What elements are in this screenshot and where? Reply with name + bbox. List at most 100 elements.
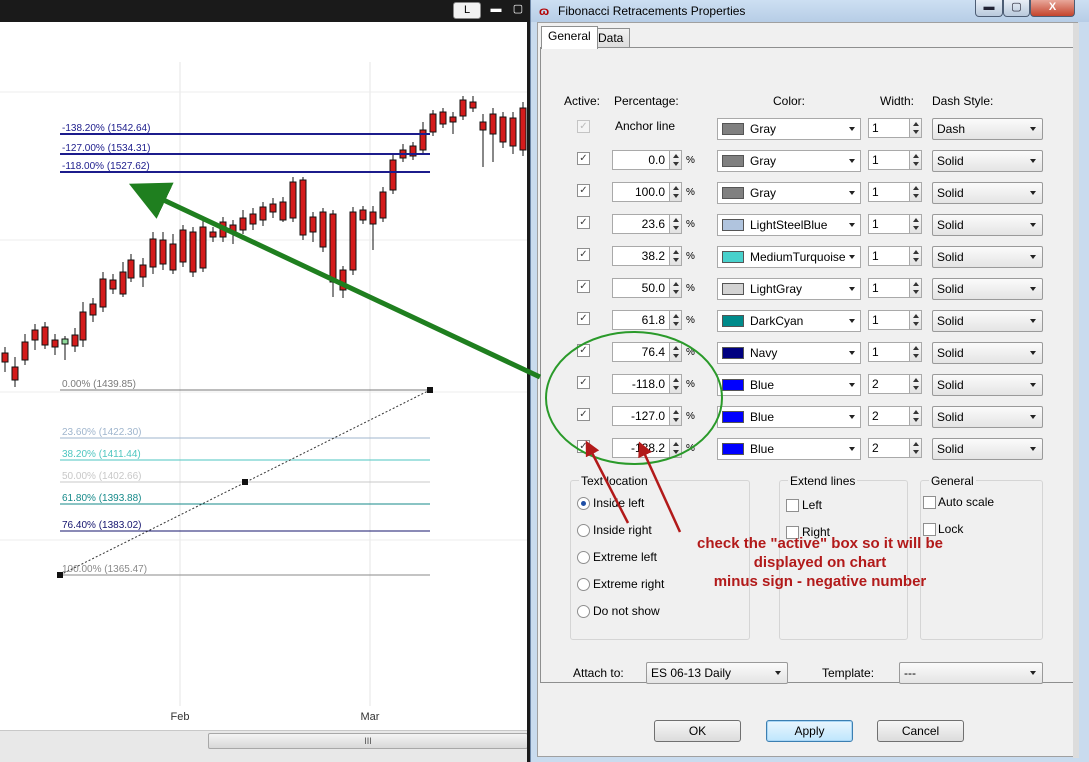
dash-style-select[interactable]: Solid — [932, 406, 1043, 428]
dash-style-select[interactable]: Solid — [932, 310, 1043, 332]
apply-button[interactable]: Apply — [766, 720, 853, 742]
cancel-button[interactable]: Cancel — [877, 720, 964, 742]
dash-style-select[interactable]: Solid — [932, 374, 1043, 396]
percentage-spinner[interactable] — [669, 246, 682, 266]
width-spinner[interactable] — [909, 182, 922, 202]
dialog-titlebar[interactable]: ɷ Fibonacci Retracements Properties ▬ ▢ … — [531, 0, 1089, 22]
width-input[interactable]: 1 — [868, 246, 910, 266]
price-chart[interactable]: -138.20% (1542.64) -127.00% (1534.31) -118… — [0, 22, 530, 730]
radio-inside-right[interactable] — [577, 524, 590, 537]
percentage-input[interactable]: 23.6 — [612, 214, 670, 234]
active-checkbox[interactable]: ✓ — [577, 184, 590, 197]
width-spinner[interactable] — [909, 342, 922, 362]
width-input[interactable]: 1 — [868, 150, 910, 170]
percentage-spinner[interactable] — [669, 374, 682, 394]
dash-style-select[interactable]: Solid — [932, 278, 1043, 300]
width-spinner[interactable] — [909, 246, 922, 266]
width-input[interactable]: 2 — [868, 374, 910, 394]
dash-style-select[interactable]: Solid — [932, 246, 1043, 268]
attach-to-select[interactable]: ES 06-13 Daily — [646, 662, 788, 684]
color-select[interactable]: Blue — [717, 374, 861, 396]
percentage-input[interactable]: 50.0 — [612, 278, 670, 298]
color-name: MediumTurquoise — [750, 250, 846, 264]
dash-style-select[interactable]: Solid — [932, 438, 1043, 460]
dialog-scrollbar[interactable] — [1073, 23, 1079, 758]
active-checkbox[interactable]: ✓ — [577, 344, 590, 357]
color-select[interactable]: DarkCyan — [717, 310, 861, 332]
color-select[interactable]: Navy — [717, 342, 861, 364]
ok-button[interactable]: OK — [654, 720, 741, 742]
width-spinner[interactable] — [909, 118, 922, 138]
color-select[interactable]: LightGray — [717, 278, 861, 300]
color-select[interactable]: Blue — [717, 406, 861, 428]
active-checkbox[interactable]: ✓ — [577, 408, 590, 421]
radio-inside-left[interactable] — [577, 497, 590, 510]
percentage-spinner[interactable] — [669, 278, 682, 298]
width-input[interactable]: 1 — [868, 278, 910, 298]
percentage-input[interactable]: -127.0 — [612, 406, 670, 426]
anchor-width-input[interactable]: 1 — [868, 118, 910, 138]
active-checkbox[interactable]: ✓ — [577, 280, 590, 293]
color-select[interactable]: Blue — [717, 438, 861, 460]
percentage-spinner[interactable] — [669, 438, 682, 458]
width-spinner[interactable] — [909, 438, 922, 458]
dash-style-select[interactable]: Solid — [932, 342, 1043, 364]
minimize-icon[interactable]: ▬ — [486, 2, 506, 19]
width-input[interactable]: 1 — [868, 214, 910, 234]
percentage-input[interactable]: 38.2 — [612, 246, 670, 266]
minimize-button[interactable]: ▬ — [975, 0, 1003, 17]
percentage-input[interactable]: 61.8 — [612, 310, 670, 330]
active-checkbox[interactable]: ✓ — [577, 376, 590, 389]
active-checkbox[interactable]: ✓ — [577, 440, 590, 453]
width-input[interactable]: 2 — [868, 406, 910, 426]
dash-style-select[interactable]: Solid — [932, 214, 1043, 236]
radio-extreme-left[interactable] — [577, 551, 590, 564]
dash-style-select[interactable]: Solid — [932, 150, 1043, 172]
percentage-input[interactable]: 0.0 — [612, 150, 670, 170]
percentage-spinner[interactable] — [669, 406, 682, 426]
active-checkbox[interactable]: ✓ — [577, 248, 590, 261]
anchor-color-select[interactable]: Gray — [717, 118, 861, 140]
tab-general[interactable]: General — [541, 26, 598, 49]
extend-left-checkbox[interactable] — [786, 499, 799, 512]
active-checkbox[interactable]: ✓ — [577, 216, 590, 229]
color-select[interactable]: Gray — [717, 182, 861, 204]
active-checkbox[interactable]: ✓ — [577, 312, 590, 325]
percentage-spinner[interactable] — [669, 342, 682, 362]
percentage-input[interactable]: 100.0 — [612, 182, 670, 202]
maximize-button[interactable]: ▢ — [1003, 0, 1030, 17]
width-spinner[interactable] — [909, 310, 922, 330]
radio-extreme-right[interactable] — [577, 578, 590, 591]
radio-do-not-show[interactable] — [577, 605, 590, 618]
percentage-input[interactable]: -118.0 — [612, 374, 670, 394]
width-spinner[interactable] — [909, 406, 922, 426]
percentage-spinner[interactable] — [669, 182, 682, 202]
scroll-thumb[interactable]: III — [208, 733, 528, 749]
dash-style-select[interactable]: Solid — [932, 182, 1043, 204]
restore-icon[interactable]: ▢ — [508, 2, 528, 19]
close-button[interactable]: X — [1030, 0, 1075, 17]
percentage-spinner[interactable] — [669, 310, 682, 330]
anchor-dash-select[interactable]: Dash — [932, 118, 1043, 140]
width-spinner[interactable] — [909, 150, 922, 170]
color-select[interactable]: MediumTurquoise — [717, 246, 861, 268]
width-spinner[interactable] — [909, 278, 922, 298]
width-input[interactable]: 1 — [868, 342, 910, 362]
color-select[interactable]: LightSteelBlue — [717, 214, 861, 236]
width-input[interactable]: 1 — [868, 182, 910, 202]
color-select[interactable]: Gray — [717, 150, 861, 172]
percentage-input[interactable]: 76.4 — [612, 342, 670, 362]
template-select[interactable]: --- — [899, 662, 1043, 684]
chart-horizontal-scrollbar[interactable]: III — [0, 730, 530, 762]
percentage-input[interactable]: -138.2 — [612, 438, 670, 458]
width-input[interactable]: 1 — [868, 310, 910, 330]
chart-l-button[interactable]: L — [453, 2, 481, 19]
active-checkbox[interactable]: ✓ — [577, 152, 590, 165]
percentage-spinner[interactable] — [669, 150, 682, 170]
width-spinner[interactable] — [909, 214, 922, 234]
dash-value: Solid — [937, 218, 964, 232]
width-input[interactable]: 2 — [868, 438, 910, 458]
auto-scale-checkbox[interactable] — [923, 496, 936, 509]
width-spinner[interactable] — [909, 374, 922, 394]
percentage-spinner[interactable] — [669, 214, 682, 234]
